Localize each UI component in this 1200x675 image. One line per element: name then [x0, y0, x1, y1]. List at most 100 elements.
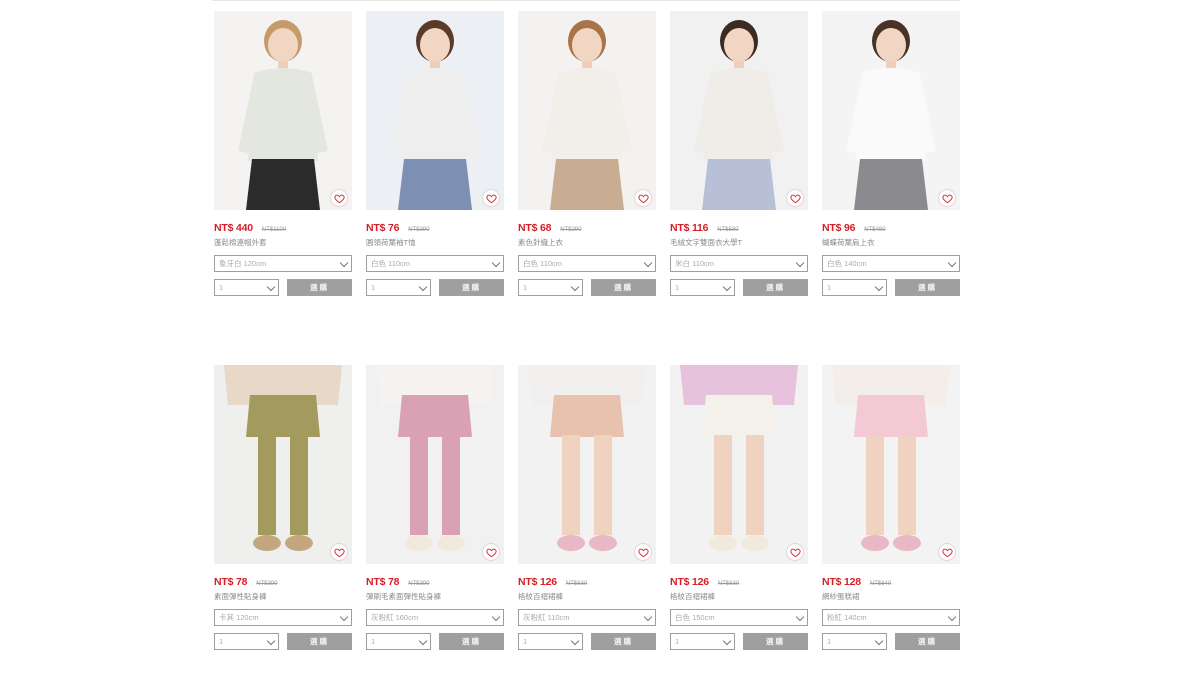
- buy-button[interactable]: 選購: [287, 279, 352, 296]
- buy-button[interactable]: 選購: [591, 279, 656, 296]
- color-size-value: 灰粉紅 110cm: [523, 613, 570, 622]
- purchase-actions: 1 選購: [366, 633, 504, 650]
- product-photo[interactable]: [670, 11, 808, 210]
- color-size-select[interactable]: 白色 110cm: [366, 255, 504, 272]
- product-photo[interactable]: [366, 365, 504, 564]
- color-size-value: 白色 110cm: [371, 259, 411, 268]
- color-size-select[interactable]: 白色 150cm: [670, 609, 808, 626]
- quantity-value: 1: [371, 637, 376, 646]
- product-name[interactable]: 彈刷毛素面彈性貼身褲: [366, 591, 504, 603]
- product-name[interactable]: 蝴蝶荷葉肩上衣: [822, 237, 960, 249]
- price-row: NT$ 96 NT$480: [822, 221, 960, 235]
- wishlist-heart-icon[interactable]: [938, 543, 956, 561]
- quantity-select[interactable]: 1: [670, 633, 735, 650]
- product-card: NT$ 78 NT$390 素面彈性貼身褲 卡其 120cm 1 選購: [214, 365, 352, 650]
- color-size-select[interactable]: 卡其 120cm: [214, 609, 352, 626]
- chevron-down-icon: [795, 258, 805, 268]
- wishlist-heart-icon[interactable]: [786, 543, 804, 561]
- sale-price: NT$ 440: [214, 222, 253, 234]
- buy-button[interactable]: 選購: [439, 633, 504, 650]
- quantity-select[interactable]: 1: [366, 633, 431, 650]
- color-size-select[interactable]: 粉紅 140cm: [822, 609, 960, 626]
- wishlist-heart-icon[interactable]: [482, 543, 500, 561]
- buy-button[interactable]: 選購: [591, 633, 656, 650]
- buy-button[interactable]: 選購: [895, 633, 960, 650]
- quantity-select[interactable]: 1: [822, 279, 887, 296]
- sale-price: NT$ 116: [670, 222, 709, 234]
- quantity-select[interactable]: 1: [518, 279, 583, 296]
- sale-price: NT$ 78: [366, 576, 400, 588]
- buy-button[interactable]: 選購: [287, 633, 352, 650]
- buy-button[interactable]: 選購: [895, 279, 960, 296]
- color-size-select[interactable]: 象牙白 120cm: [214, 255, 352, 272]
- quantity-value: 1: [371, 283, 376, 292]
- product-card: NT$ 116 NT$580 毛絨文字雙面衣大學T 米白 110cm 1 選購: [670, 11, 808, 296]
- wishlist-heart-icon[interactable]: [634, 189, 652, 207]
- price-row: NT$ 128 NT$640: [822, 575, 960, 589]
- original-price: NT$480: [864, 227, 886, 233]
- color-size-value: 白色 110cm: [523, 259, 563, 268]
- product-name[interactable]: 蓬鬆棉連帽外套: [214, 237, 352, 249]
- purchase-actions: 1 選購: [822, 633, 960, 650]
- buy-button[interactable]: 選購: [439, 279, 504, 296]
- price-row: NT$ 76 NT$390: [366, 221, 504, 235]
- purchase-actions: 1 選購: [214, 279, 352, 296]
- chevron-down-icon: [874, 636, 884, 646]
- product-photo[interactable]: [518, 365, 656, 564]
- sale-price: NT$ 128: [822, 576, 861, 588]
- color-size-select[interactable]: 灰粉紅 110cm: [518, 609, 656, 626]
- original-price: NT$290: [560, 227, 582, 233]
- wishlist-heart-icon[interactable]: [330, 543, 348, 561]
- chevron-down-icon: [266, 636, 276, 646]
- buy-button[interactable]: 選購: [743, 279, 808, 296]
- color-size-value: 米白 110cm: [675, 259, 715, 268]
- quantity-select[interactable]: 1: [214, 633, 279, 650]
- wishlist-heart-icon[interactable]: [634, 543, 652, 561]
- quantity-select[interactable]: 1: [670, 279, 735, 296]
- sale-price: NT$ 96: [822, 222, 856, 234]
- original-price: NT$390: [256, 581, 278, 587]
- chevron-down-icon: [266, 282, 276, 292]
- product-photo[interactable]: [518, 11, 656, 210]
- quantity-value: 1: [675, 637, 680, 646]
- product-name[interactable]: 格紋百褶裙褲: [518, 591, 656, 603]
- quantity-select[interactable]: 1: [214, 279, 279, 296]
- wishlist-heart-icon[interactable]: [786, 189, 804, 207]
- color-size-select[interactable]: 白色 110cm: [518, 255, 656, 272]
- quantity-value: 1: [827, 637, 832, 646]
- purchase-actions: 1 選購: [670, 279, 808, 296]
- buy-button[interactable]: 選購: [743, 633, 808, 650]
- product-name[interactable]: 素色針織上衣: [518, 237, 656, 249]
- chevron-down-icon: [874, 282, 884, 292]
- quantity-value: 1: [827, 283, 832, 292]
- quantity-value: 1: [675, 283, 680, 292]
- product-photo[interactable]: [366, 11, 504, 210]
- quantity-select[interactable]: 1: [366, 279, 431, 296]
- quantity-select[interactable]: 1: [822, 633, 887, 650]
- model-figure: [832, 365, 950, 551]
- color-size-select[interactable]: 灰粉紅 160cm: [366, 609, 504, 626]
- product-photo[interactable]: [822, 365, 960, 564]
- model-figure: [694, 20, 784, 210]
- product-name[interactable]: 網紗蛋糕裙: [822, 591, 960, 603]
- product-photo[interactable]: [214, 11, 352, 210]
- top-divider: [212, 0, 960, 1]
- product-grid: NT$ 440 NT$1100 蓬鬆棉連帽外套 象牙白 120cm 1 選購 N…: [214, 11, 960, 650]
- color-size-select[interactable]: 米白 110cm: [670, 255, 808, 272]
- product-photo[interactable]: [822, 11, 960, 210]
- product-name[interactable]: 素面彈性貼身褲: [214, 591, 352, 603]
- product-name[interactable]: 圓領荷葉袖T恤: [366, 237, 504, 249]
- price-row: NT$ 78 NT$390: [214, 575, 352, 589]
- quantity-select[interactable]: 1: [518, 633, 583, 650]
- wishlist-heart-icon[interactable]: [482, 189, 500, 207]
- original-price: NT$390: [408, 581, 430, 587]
- wishlist-heart-icon[interactable]: [330, 189, 348, 207]
- product-card: NT$ 68 NT$290 素色針織上衣 白色 110cm 1 選購: [518, 11, 656, 296]
- product-name[interactable]: 毛絨文字雙面衣大學T: [670, 237, 808, 249]
- wishlist-heart-icon[interactable]: [938, 189, 956, 207]
- product-photo[interactable]: [670, 365, 808, 564]
- color-size-select[interactable]: 白色 140cm: [822, 255, 960, 272]
- product-photo[interactable]: [214, 365, 352, 564]
- price-row: NT$ 116 NT$580: [670, 221, 808, 235]
- product-name[interactable]: 格紋百褶裙褲: [670, 591, 808, 603]
